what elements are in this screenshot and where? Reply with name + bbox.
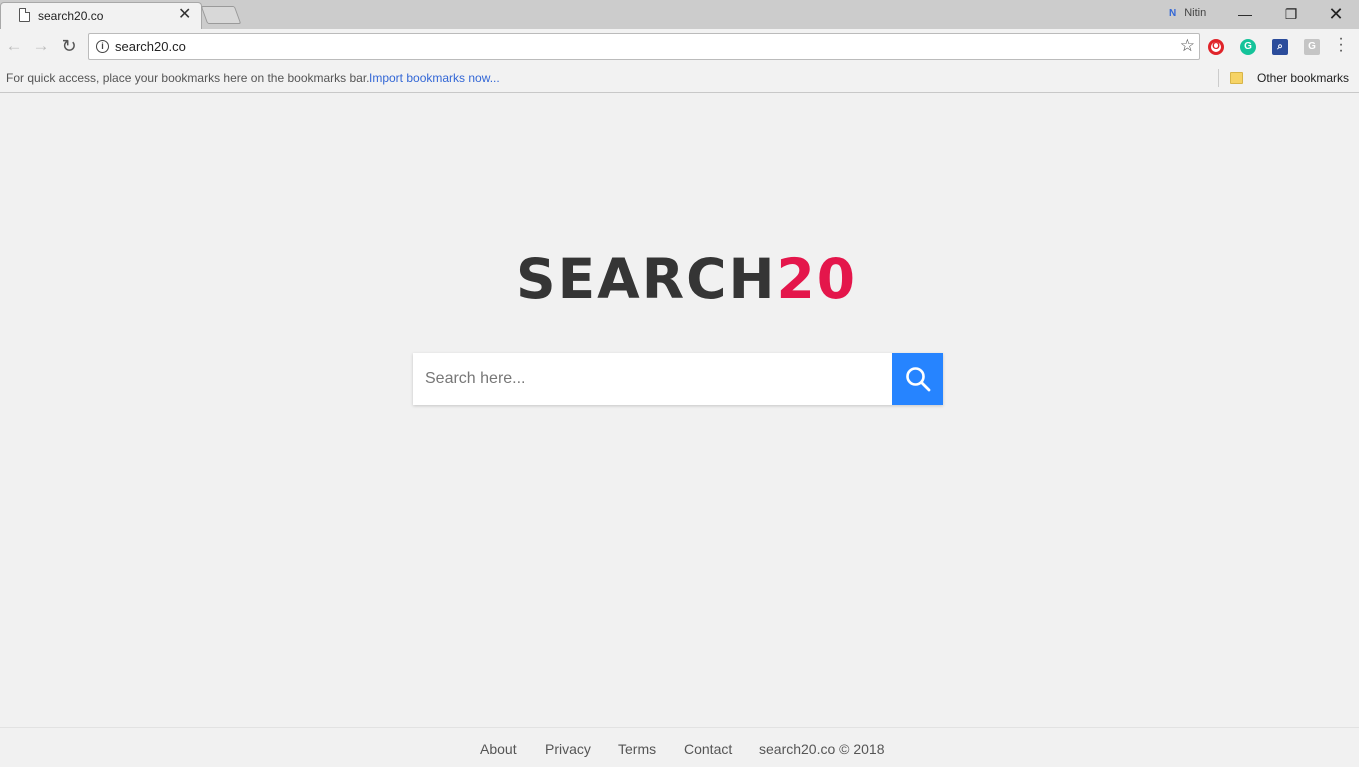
info-icon[interactable]: i	[96, 40, 109, 53]
minimize-button[interactable]: —	[1222, 0, 1268, 29]
url-text[interactable]: search20.co	[115, 39, 186, 54]
grammarly-extension-icon[interactable]: G	[1240, 39, 1256, 55]
bookmarks-hint: For quick access, place your bookmarks h…	[6, 71, 370, 85]
profile-name: Nitin	[1184, 7, 1207, 19]
browser-toolbar: ← → ↻ i search20.co ☆ O G ⌕ G · · ·	[0, 29, 1359, 64]
profile-button[interactable]: N Nitin	[1169, 7, 1206, 19]
browser-menu-icon[interactable]: · · ·	[1336, 31, 1346, 59]
google-extension-icon[interactable]: G	[1304, 39, 1320, 55]
footer: About Privacy Terms Contact search20.co …	[0, 727, 1359, 767]
import-bookmarks-link[interactable]: Import bookmarks now...	[369, 71, 500, 85]
search-box	[413, 353, 943, 405]
page-icon	[19, 8, 30, 22]
other-bookmarks-button[interactable]: Other bookmarks	[1257, 71, 1349, 85]
reload-icon[interactable]: ↻	[58, 35, 80, 57]
site-logo: SEARCH20	[516, 247, 857, 311]
logo-accent-text: 20	[776, 247, 858, 311]
tab-close-icon[interactable]: ✕	[178, 6, 191, 24]
new-tab-button[interactable]	[200, 6, 242, 24]
bookmark-star-icon[interactable]: ☆	[1180, 36, 1195, 56]
bookmarks-divider	[1218, 69, 1219, 87]
browser-tab[interactable]: search20.co ✕	[0, 2, 202, 29]
bookmarks-bar: For quick access, place your bookmarks h…	[0, 64, 1359, 93]
forward-arrow-icon[interactable]: →	[30, 35, 52, 57]
footer-about-link[interactable]: About	[480, 741, 517, 757]
tab-title: search20.co	[38, 9, 104, 23]
close-window-button[interactable]: ✕	[1313, 0, 1359, 29]
search-input[interactable]	[413, 353, 892, 405]
footer-privacy-link[interactable]: Privacy	[545, 741, 591, 757]
restore-button[interactable]: ❐	[1268, 0, 1314, 29]
profile-icon: N	[1169, 8, 1177, 19]
opera-extension-icon[interactable]: O	[1208, 39, 1224, 55]
footer-copyright: search20.co © 2018	[759, 741, 885, 757]
footer-contact-link[interactable]: Contact	[684, 741, 732, 757]
folder-icon	[1230, 72, 1243, 84]
title-bar: search20.co ✕ N Nitin — ❐ ✕	[0, 0, 1359, 29]
back-arrow-icon[interactable]: ←	[3, 35, 25, 57]
search-icon	[906, 367, 931, 392]
address-bar[interactable]: i search20.co ☆	[88, 33, 1200, 60]
logo-main-text: SEARCH	[516, 247, 777, 311]
search-button[interactable]	[892, 353, 943, 405]
footer-terms-link[interactable]: Terms	[618, 741, 656, 757]
search-extension-icon[interactable]: ⌕	[1272, 39, 1288, 55]
